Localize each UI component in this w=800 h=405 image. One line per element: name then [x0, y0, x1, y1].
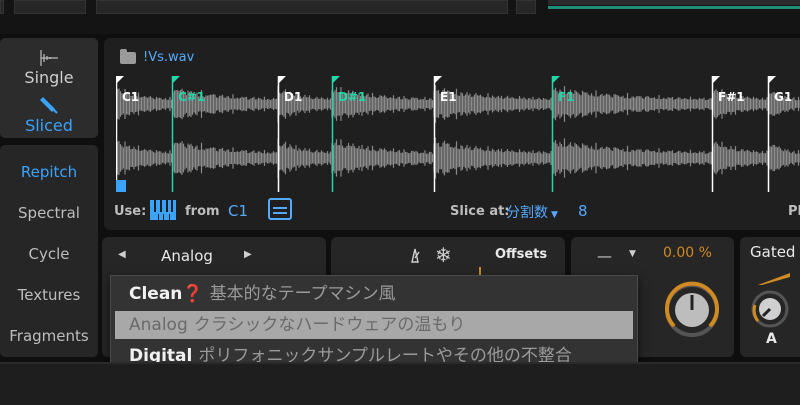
chevron-down-icon[interactable]: ▼ — [629, 249, 636, 259]
ramp-icon — [758, 273, 790, 285]
slice-count[interactable]: 8 — [578, 202, 588, 220]
option-description: 基本的なテープマシン風 — [209, 284, 396, 304]
attack-label: A — [766, 331, 777, 347]
use-label: Use: — [114, 204, 147, 219]
algorithm-list: Repitch Spectral Cycle Textures Fragment… — [0, 145, 98, 357]
option-name: Clean❓ — [129, 284, 204, 304]
app-window: Single Sliced Repitch Spectral Cycle Tex… — [0, 0, 800, 405]
percent-value[interactable]: 0.00 % — [663, 245, 712, 261]
slice-label: D1 — [284, 90, 303, 104]
gate-panel: Gated A — [740, 237, 800, 357]
slice-label: G1 — [774, 90, 793, 104]
bottom-bar — [0, 362, 800, 405]
offsets-label[interactable]: Offsets — [495, 247, 547, 262]
slice-label: C#1 — [178, 90, 206, 104]
keyboard-icon[interactable] — [150, 200, 176, 220]
amount-knob[interactable] — [663, 281, 721, 339]
top-strip — [0, 0, 800, 34]
mode-single-button[interactable]: Single — [0, 46, 98, 87]
chevron-down-icon: ▼ — [551, 210, 558, 220]
slice-icon — [40, 97, 58, 114]
slice-at-value: 分割数 — [506, 205, 548, 221]
slice-at-label: Slice at: — [450, 204, 510, 219]
filename-text: !Vs.wav — [143, 50, 195, 65]
menu-option-clean[interactable]: Clean❓ 基本的なテープマシン風 — [115, 280, 633, 308]
waveform[interactable] — [116, 76, 800, 192]
sample-display: !Vs.wav C1 C#1 D1 D#1 E1 F1 F#1 G1 Use: from C1… — [104, 38, 800, 230]
slice-label: E1 — [440, 90, 457, 104]
slice-flag-icon[interactable] — [172, 76, 180, 84]
metronome-icon[interactable] — [407, 247, 423, 263]
selected-slice-indicator[interactable] — [116, 180, 126, 192]
mode-panel: Single Sliced — [0, 38, 98, 138]
algorithm-popup-menu: Clean❓ 基本的なテープマシン風 Analog クラシックなハードウェアの温もり… — [110, 275, 638, 371]
sample-footer: Use: from C1 Slice at: 分割数 ▼ 8 Pl — [104, 198, 800, 226]
attack-knob[interactable] — [750, 289, 790, 329]
slice-label: F1 — [558, 90, 575, 104]
mode-dash[interactable]: — — [597, 247, 612, 265]
waveform-channel — [116, 85, 800, 123]
clip-layout-icon[interactable] — [268, 198, 292, 220]
next-arrow-icon[interactable]: ▶ — [244, 249, 252, 260]
menu-option-analog[interactable]: Analog クラシックなハードウェアの温もり — [115, 311, 633, 339]
folder-icon — [120, 48, 136, 64]
slice-flag-icon[interactable] — [116, 76, 124, 84]
mode-sliced-button[interactable]: Sliced — [0, 94, 98, 135]
algo-spectral[interactable]: Spectral — [0, 204, 98, 222]
slice-at-dropdown[interactable]: 分割数 ▼ — [506, 202, 558, 222]
snowflake-icon[interactable]: ❄ — [435, 243, 452, 267]
algo-repitch[interactable]: Repitch — [0, 163, 98, 181]
from-label: from — [185, 204, 220, 219]
algo-textures[interactable]: Textures — [0, 286, 98, 304]
sample-filename[interactable]: !Vs.wav — [120, 48, 195, 65]
waveform-icon — [40, 50, 58, 66]
slice-label: C1 — [122, 90, 140, 104]
offset-marker — [479, 267, 481, 275]
waveform-channel — [116, 137, 800, 179]
option-description: クラシックなハードウェアの温もり — [193, 315, 466, 335]
option-name: Analog — [129, 315, 188, 335]
cut-label: Pl — [788, 204, 800, 219]
from-note-value[interactable]: C1 — [228, 202, 248, 220]
algo-fragments[interactable]: Fragments — [0, 327, 98, 345]
mode-single-label: Single — [24, 68, 74, 87]
algo-cycle[interactable]: Cycle — [0, 245, 98, 263]
mode-sliced-label: Sliced — [25, 116, 73, 135]
slice-label: F#1 — [718, 90, 745, 104]
slice-label: D#1 — [338, 90, 367, 104]
gated-label[interactable]: Gated — [750, 243, 795, 261]
